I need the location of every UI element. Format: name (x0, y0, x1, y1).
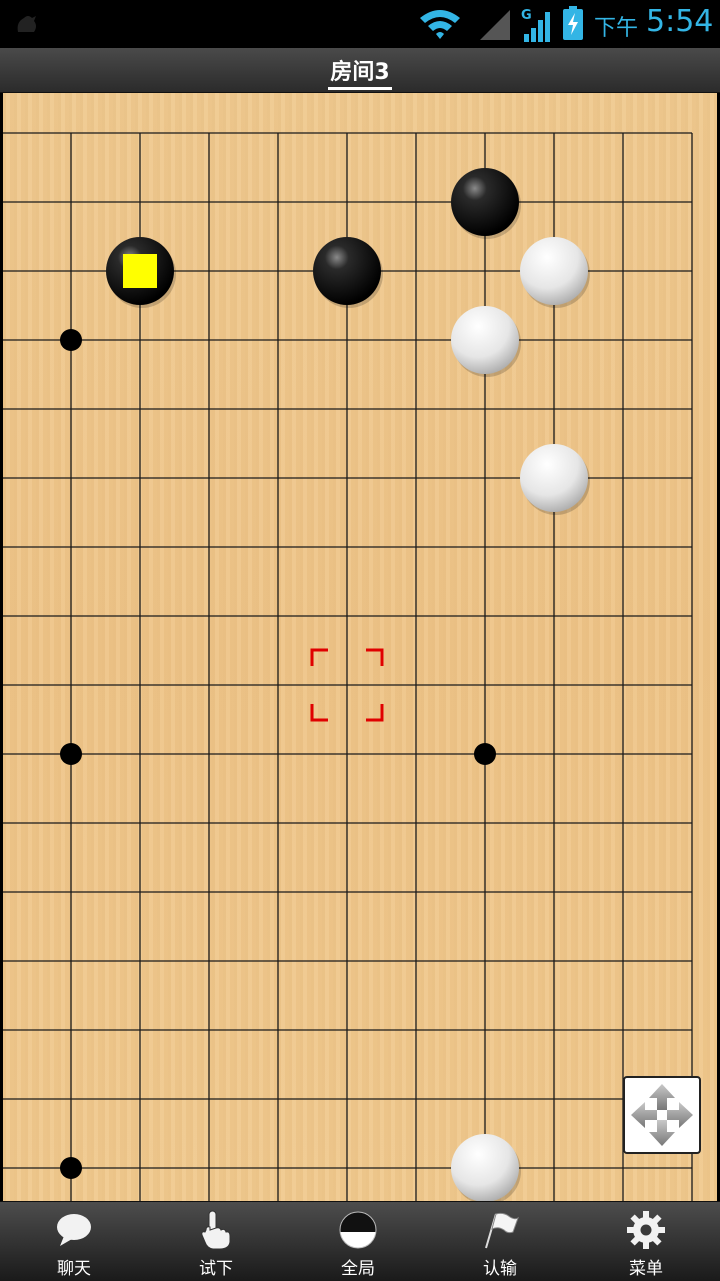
menu-label: 菜单 (629, 1259, 663, 1279)
chat-label: 聊天 (57, 1259, 91, 1279)
white-stone (451, 306, 519, 374)
pointing-hand-icon (201, 1210, 231, 1250)
bottom-toolbar: 聊天 试下 全局 认输 菜单 (0, 1201, 720, 1281)
board-grid[interactable] (3, 93, 717, 1201)
last-move-marker (123, 254, 157, 288)
cursor-corner (366, 648, 384, 666)
signal-g-icon: G (521, 8, 550, 42)
pan-board-button[interactable] (623, 1076, 701, 1154)
star-point (474, 743, 496, 765)
white-flag-icon (485, 1212, 519, 1249)
battery-charging-icon (563, 6, 583, 40)
app-icon (17, 16, 36, 32)
white-stone (451, 1134, 519, 1201)
star-point (60, 329, 82, 351)
try-move-button[interactable]: 试下 (156, 1202, 276, 1281)
svg-text:G: G (521, 8, 532, 23)
wifi-icon (420, 10, 460, 39)
overview-button[interactable]: 全局 (298, 1202, 418, 1281)
status-bar: G 下午 5:54 (0, 0, 720, 48)
four-way-arrows-icon (631, 1084, 693, 1146)
clock: 5:54 (646, 4, 714, 39)
black-stone (451, 168, 519, 236)
overview-label: 全局 (341, 1259, 375, 1279)
star-point (60, 1157, 82, 1179)
white-stone (520, 237, 588, 305)
chat-button[interactable]: 聊天 (14, 1202, 134, 1281)
signal-empty-icon (480, 10, 510, 40)
white-stone (520, 444, 588, 512)
resign-button[interactable]: 认输 (440, 1202, 560, 1281)
gear-icon (627, 1211, 665, 1249)
title-bar: 房间3 (0, 48, 720, 93)
room-title: 房间3 (0, 54, 720, 90)
cursor-corner (310, 704, 328, 722)
menu-button[interactable]: 菜单 (586, 1202, 706, 1281)
cursor-corner (366, 704, 384, 722)
try-move-label: 试下 (199, 1259, 233, 1279)
room-title-text: 房间3 (328, 60, 392, 90)
go-board[interactable] (3, 93, 717, 1201)
time-prefix: 下午 (594, 16, 639, 41)
chat-bubble-icon (57, 1214, 91, 1246)
cursor-corner (310, 648, 328, 666)
black-stone (313, 237, 381, 305)
star-point (60, 743, 82, 765)
half-black-white-stone-icon (339, 1211, 377, 1249)
resign-label: 认输 (483, 1259, 517, 1279)
